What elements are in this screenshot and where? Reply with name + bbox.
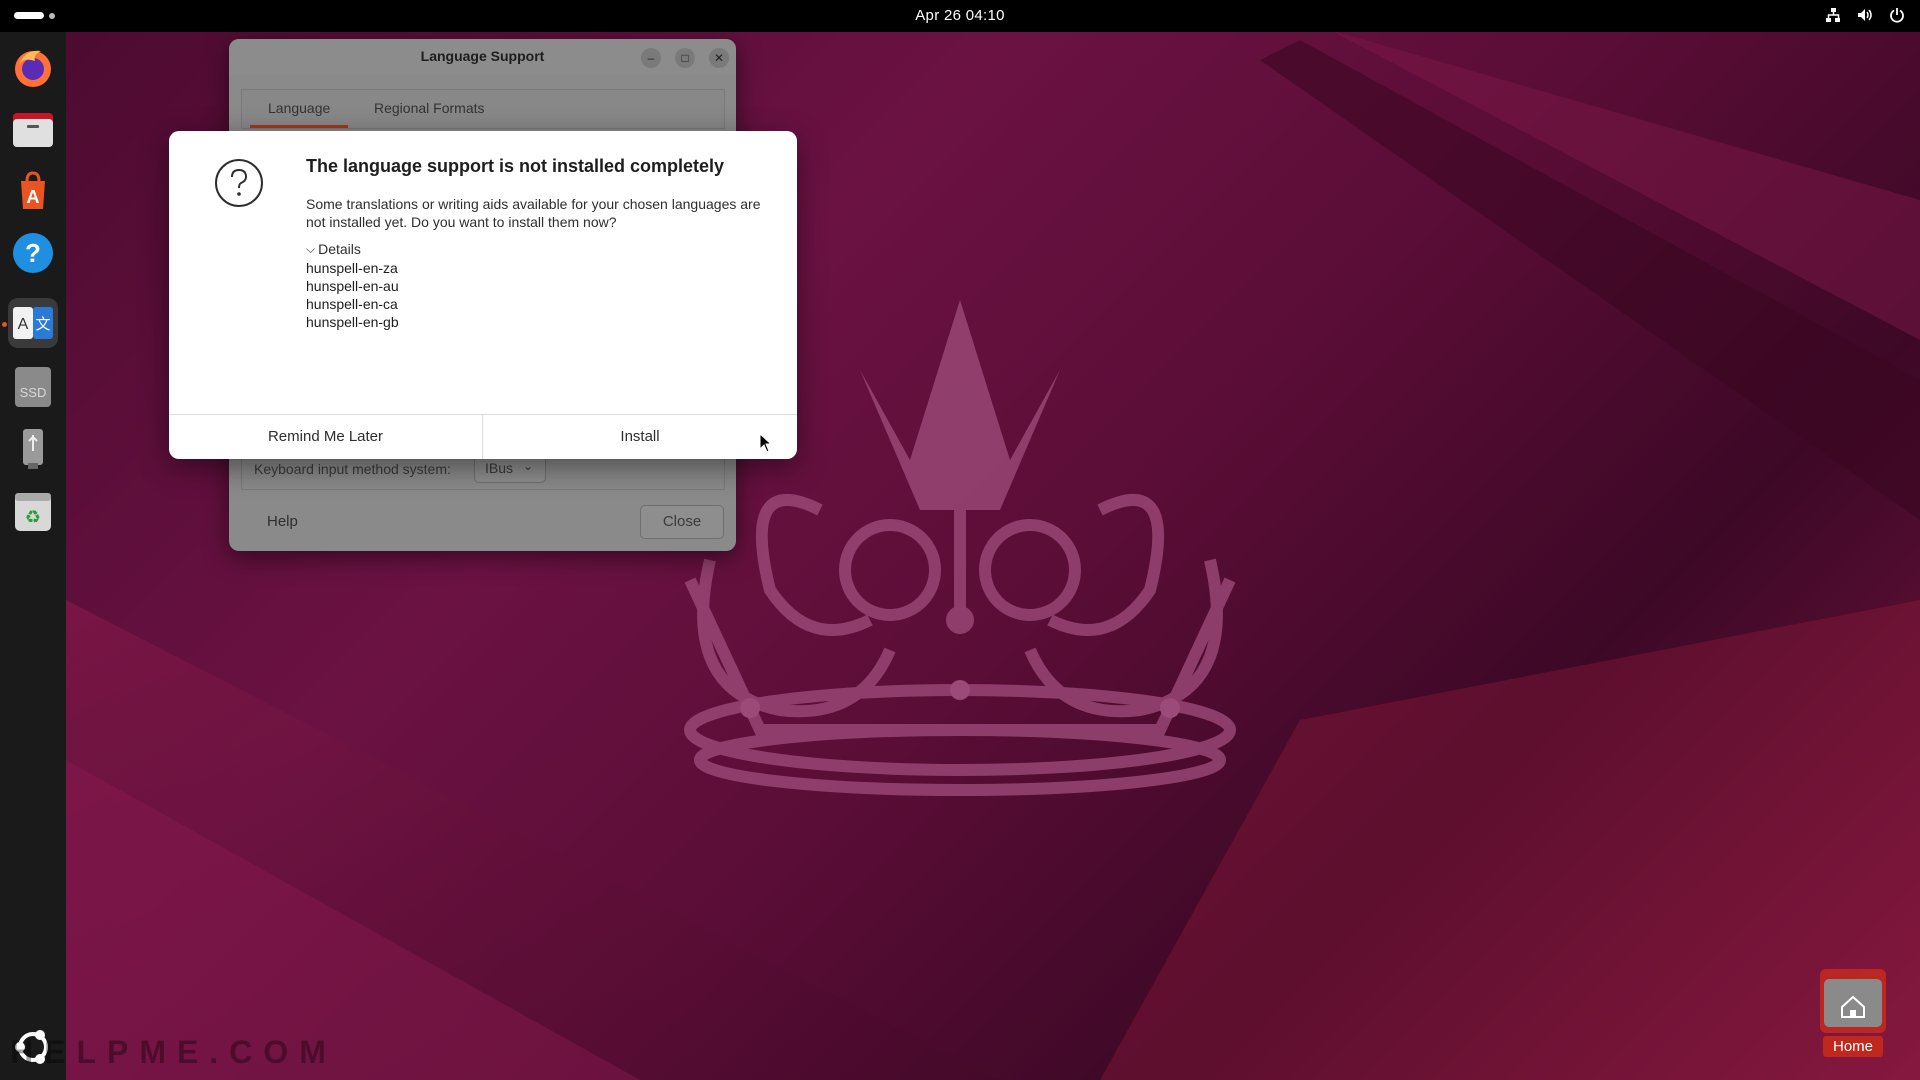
svg-text:?: ?	[25, 238, 41, 268]
chevron-down-icon: ⌄	[523, 459, 534, 473]
clock[interactable]: Apr 26 04:10	[0, 7, 1920, 24]
ssd-drive-icon: SSD	[15, 367, 51, 407]
details-expander[interactable]: ⌵ Details	[306, 241, 361, 257]
remind-me-later-button[interactable]: Remind Me Later	[169, 415, 483, 459]
list-item: hunspell-en-gb	[306, 314, 399, 330]
active-tab-indicator	[250, 125, 348, 128]
dock-item-usb-drive[interactable]	[8, 424, 58, 474]
dock-item-ssd-drive[interactable]: SSD	[8, 362, 58, 412]
tab-bar: Language Regional Formats	[241, 89, 725, 129]
mouse-cursor-icon	[759, 433, 773, 453]
dock-item-files[interactable]	[8, 104, 58, 154]
window-titlebar[interactable]: Language Support – □ ✕	[229, 39, 736, 75]
dialog-title: The language support is not installed co…	[306, 156, 725, 176]
svg-text:SSD: SSD	[20, 385, 47, 400]
svg-text:A: A	[27, 187, 40, 207]
dock-item-help[interactable]: ?	[8, 228, 58, 278]
power-icon	[1890, 8, 1904, 23]
network-icon	[1826, 8, 1840, 22]
help-button[interactable]: Help	[267, 513, 298, 530]
dock-item-language-support[interactable]: A文	[8, 298, 58, 348]
install-button[interactable]: Install	[483, 415, 797, 459]
keyboard-input-label: Keyboard input method system:	[254, 461, 451, 477]
question-icon	[215, 159, 263, 207]
dock: A ? A文 SSD ♻	[0, 32, 66, 1080]
app-center-icon: A	[21, 171, 45, 209]
tab-language[interactable]: Language	[268, 100, 330, 116]
dock-item-app-center[interactable]: A	[8, 166, 58, 216]
system-tray[interactable]	[1824, 6, 1906, 24]
home-folder-label[interactable]: Home	[1823, 1036, 1883, 1057]
dock-item-trash[interactable]: ♻	[8, 486, 58, 536]
usb-drive-icon	[23, 429, 43, 469]
tab-regional-formats[interactable]: Regional Formats	[374, 100, 485, 116]
svg-text:♻: ♻	[25, 507, 41, 528]
maximize-button[interactable]: □	[675, 48, 695, 68]
install-language-dialog: The language support is not installed co…	[169, 131, 797, 459]
watermark-text: HELPME.COM	[10, 1034, 337, 1070]
dialog-button-row: Remind Me Later Install	[169, 414, 797, 459]
details-label: Details	[318, 241, 361, 257]
dialog-message: Some translations or writing aids availa…	[306, 196, 761, 230]
list-item: hunspell-en-za	[306, 260, 398, 276]
keyboard-input-value: IBus	[485, 460, 514, 476]
dock-item-firefox[interactable]	[8, 42, 58, 92]
volume-icon	[1858, 9, 1872, 21]
firefox-icon	[15, 50, 51, 87]
close-button[interactable]: Close	[640, 505, 724, 539]
running-indicator	[2, 322, 7, 327]
top-bar: Apr 26 04:10	[0, 0, 1920, 32]
language-support-icon: A文	[13, 307, 53, 339]
list-item: hunspell-en-ca	[306, 296, 398, 312]
svg-text:A: A	[18, 316, 29, 333]
svg-text:文: 文	[35, 315, 50, 333]
chevron-down-icon: ⌵	[306, 241, 316, 256]
trash-icon: ♻	[15, 493, 51, 531]
window-close-button[interactable]: ✕	[709, 48, 729, 68]
list-item: hunspell-en-au	[306, 278, 399, 294]
files-icon	[13, 113, 53, 147]
help-icon: ?	[13, 233, 53, 273]
minimize-button[interactable]: –	[641, 48, 661, 68]
details-list: hunspell-en-za hunspell-en-au hunspell-e…	[306, 259, 399, 331]
